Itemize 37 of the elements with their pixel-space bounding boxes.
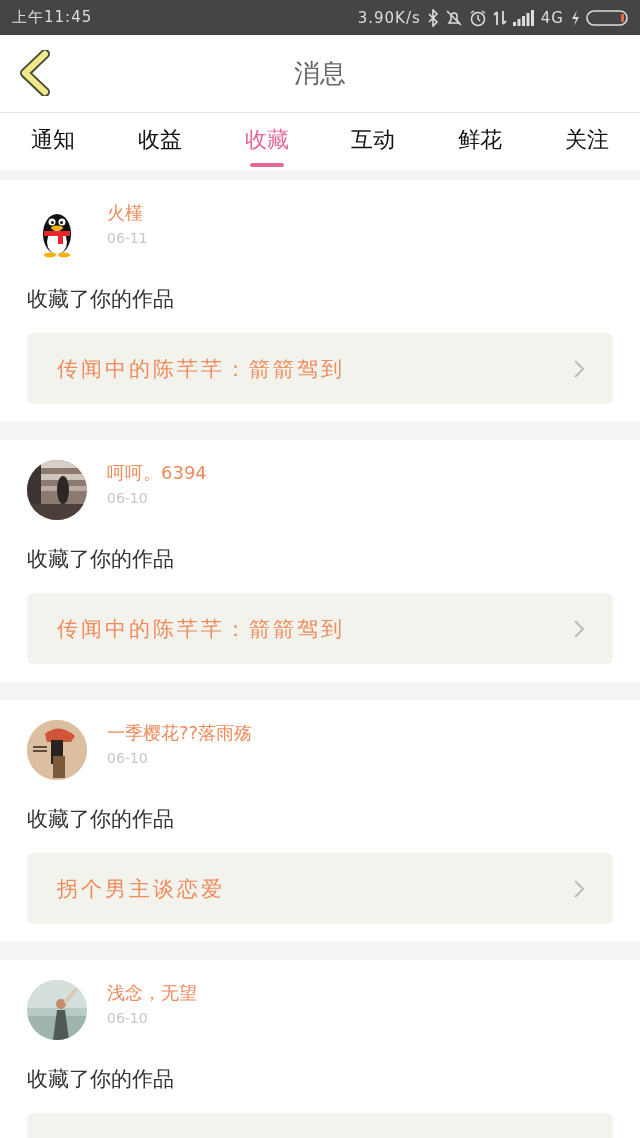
user-name[interactable]: 火槿 (107, 200, 143, 226)
chevron-right-icon (573, 358, 585, 379)
page-title: 消息 (294, 57, 346, 90)
message-date: 06-10 (107, 749, 148, 768)
alarm-clock-icon (468, 8, 487, 27)
network-speed: 3.90K/s (357, 8, 421, 27)
tab[interactable]: 鲜花 (426, 113, 534, 170)
tab[interactable]: 收益 (106, 113, 214, 170)
tab[interactable]: 互动 (320, 113, 427, 170)
work-link[interactable]: 拐个男主谈恋爱 (27, 853, 613, 924)
user-name[interactable]: 浅念，无望 (107, 980, 197, 1006)
message-date: 06-10 (107, 1009, 148, 1028)
message-date: 06-10 (107, 489, 148, 508)
tab[interactable]: 通知 (0, 113, 107, 170)
message-text: 收藏了你的作品 (27, 806, 175, 833)
signal-icon (512, 9, 535, 26)
back-chevron-icon (17, 50, 51, 96)
chevron-right-icon (573, 878, 585, 899)
user-name[interactable]: 呵呵。6394 (107, 460, 207, 486)
chevron-right-icon (573, 618, 585, 639)
network-type: 4G (540, 8, 564, 27)
message-text: 收藏了你的作品 (27, 286, 175, 313)
back-button[interactable] (17, 50, 51, 96)
user-name[interactable]: 一季樱花??落雨殇 (107, 720, 253, 746)
bluetooth-icon (426, 8, 439, 27)
work-link[interactable]: 传闻中的陈芊芊：箭箭驾到 (27, 333, 613, 404)
message-text: 收藏了你的作品 (27, 546, 175, 573)
data-arrows-icon (492, 8, 507, 27)
message-date: 06-11 (107, 229, 148, 248)
work-link[interactable]: 传闻中的陈芊芊：箭箭驾到 (27, 593, 613, 664)
charging-icon (570, 8, 580, 27)
tab[interactable]: 收藏 (213, 113, 320, 170)
message-text: 收藏了你的作品 (27, 1066, 175, 1093)
bell-muted-icon (444, 8, 463, 27)
battery-icon (586, 8, 630, 27)
tab[interactable]: 关注 (533, 113, 640, 170)
clock-time: 上午11:45 (12, 8, 93, 27)
